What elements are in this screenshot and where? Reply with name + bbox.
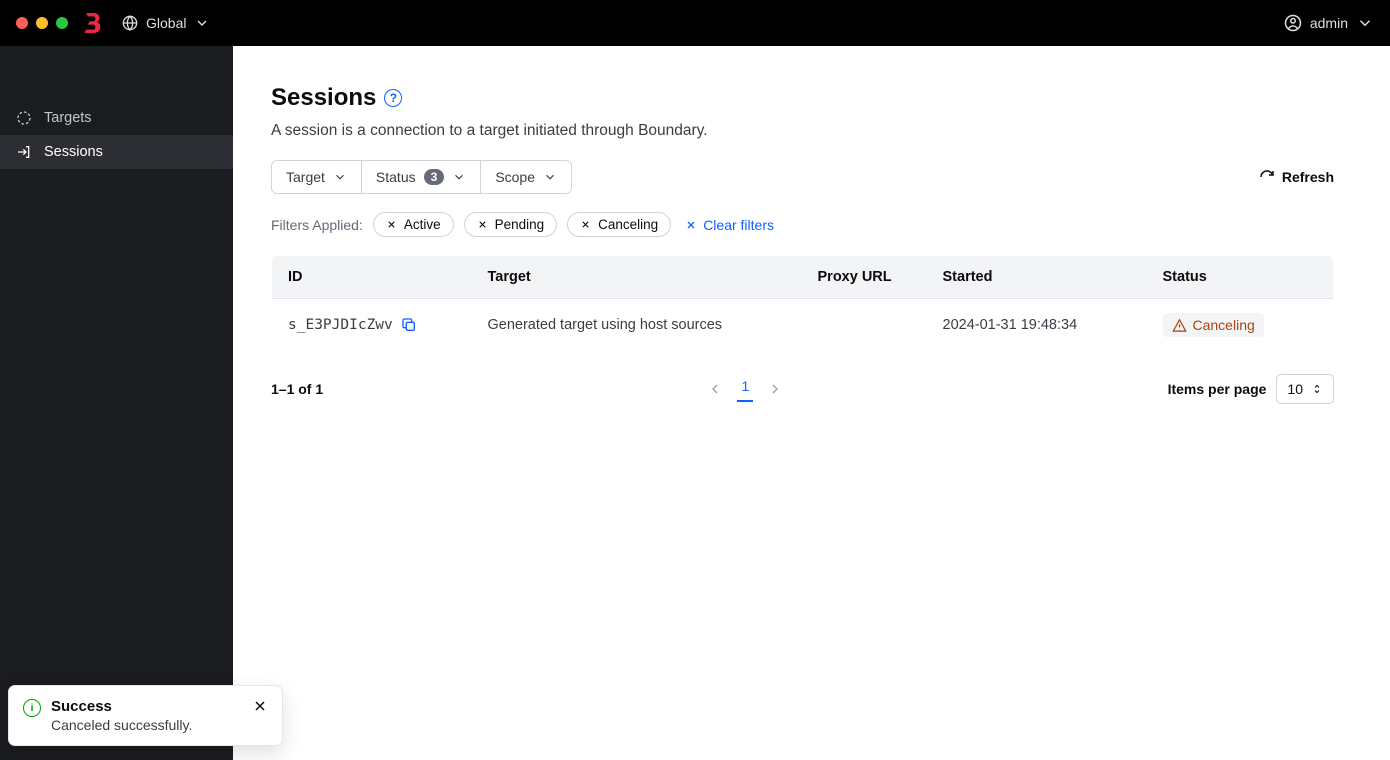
filter-chip-canceling[interactable]: Canceling [567, 212, 671, 237]
x-icon [386, 219, 397, 230]
next-page-button[interactable] [767, 381, 783, 397]
x-icon [685, 219, 697, 231]
toast-title: Success [51, 698, 242, 715]
user-icon [1284, 14, 1302, 32]
clear-filters-button[interactable]: Clear filters [685, 217, 774, 233]
close-window-icon[interactable] [16, 17, 28, 29]
filter-label: Status [376, 169, 416, 185]
select-arrows-icon [1311, 383, 1323, 395]
session-id: s_E3PJDIcZwv [288, 317, 393, 333]
user-label: admin [1310, 15, 1348, 31]
status-text: Canceling [1193, 317, 1255, 333]
filters-applied-label: Filters Applied: [271, 217, 363, 233]
per-page-select[interactable]: 10 [1276, 374, 1334, 404]
copy-icon[interactable] [401, 317, 417, 333]
titlebar: Global admin [0, 0, 1390, 46]
col-id: ID [272, 256, 472, 299]
crosshair-icon [16, 110, 32, 126]
col-started: Started [927, 256, 1147, 299]
filter-scope-button[interactable]: Scope [481, 161, 571, 193]
page-title: Sessions [271, 84, 376, 112]
per-page-value: 10 [1287, 381, 1303, 397]
filter-chip-pending[interactable]: Pending [464, 212, 558, 237]
success-toast: i Success Canceled successfully. [8, 685, 283, 746]
chevron-down-icon [1356, 14, 1374, 32]
session-id-cell: s_E3PJDIcZwv [288, 317, 456, 333]
chevron-down-icon [452, 170, 466, 184]
proxy-cell [802, 299, 927, 352]
page-description: A session is a connection to a target in… [271, 122, 1334, 140]
refresh-label: Refresh [1282, 169, 1334, 185]
col-proxy: Proxy URL [802, 256, 927, 299]
filter-group: Target Status 3 Scope [271, 160, 572, 194]
chip-label: Canceling [598, 217, 658, 232]
chevron-down-icon [543, 170, 557, 184]
status-badge: Canceling [1163, 313, 1264, 337]
table-header-row: ID Target Proxy URL Started Status [272, 256, 1334, 299]
user-menu[interactable]: admin [1284, 14, 1374, 32]
per-page-label: Items per page [1168, 381, 1267, 397]
chevron-down-icon [194, 15, 210, 31]
globe-icon [122, 15, 138, 31]
started-cell: 2024-01-31 19:48:34 [927, 299, 1147, 352]
col-status: Status [1147, 256, 1334, 299]
current-page-number[interactable]: 1 [737, 376, 753, 402]
window-controls [16, 17, 68, 29]
chip-label: Active [404, 217, 441, 232]
table-row[interactable]: s_E3PJDIcZwv Generated target using host… [272, 299, 1334, 352]
filter-chip-active[interactable]: Active [373, 212, 454, 237]
sidebar-item-sessions[interactable]: Sessions [0, 135, 233, 169]
page-nav: 1 [707, 376, 783, 402]
filter-status-button[interactable]: Status 3 [362, 161, 481, 193]
pagination-summary: 1–1 of 1 [271, 381, 323, 397]
main-content: Sessions ? A session is a connection to … [233, 46, 1390, 760]
scope-label: Global [146, 15, 186, 31]
chevron-down-icon [333, 170, 347, 184]
filter-count-badge: 3 [424, 169, 445, 185]
sidebar-item-targets[interactable]: Targets [0, 101, 233, 135]
scope-selector[interactable]: Global [122, 15, 210, 31]
alert-triangle-icon [1172, 318, 1187, 333]
info-icon: i [23, 699, 41, 717]
sidebar-item-label: Targets [44, 110, 92, 126]
filter-target-button[interactable]: Target [272, 161, 362, 193]
sidebar: Targets Sessions [0, 46, 233, 760]
prev-page-button[interactable] [707, 381, 723, 397]
x-icon [477, 219, 488, 230]
login-icon [16, 144, 32, 160]
x-icon [580, 219, 591, 230]
clear-filters-label: Clear filters [703, 217, 774, 233]
col-target: Target [472, 256, 802, 299]
minimize-window-icon[interactable] [36, 17, 48, 29]
maximize-window-icon[interactable] [56, 17, 68, 29]
toast-close-button[interactable] [252, 698, 268, 714]
chip-label: Pending [495, 217, 545, 232]
filter-label: Target [286, 169, 325, 185]
sidebar-item-label: Sessions [44, 144, 103, 160]
target-cell: Generated target using host sources [472, 299, 802, 352]
help-icon[interactable]: ? [384, 89, 402, 107]
toast-message: Canceled successfully. [51, 717, 242, 733]
refresh-icon [1259, 169, 1275, 185]
refresh-button[interactable]: Refresh [1259, 163, 1334, 191]
boundary-logo-icon [82, 10, 102, 36]
sessions-table: ID Target Proxy URL Started Status s_E3P… [271, 255, 1334, 352]
filter-label: Scope [495, 169, 535, 185]
